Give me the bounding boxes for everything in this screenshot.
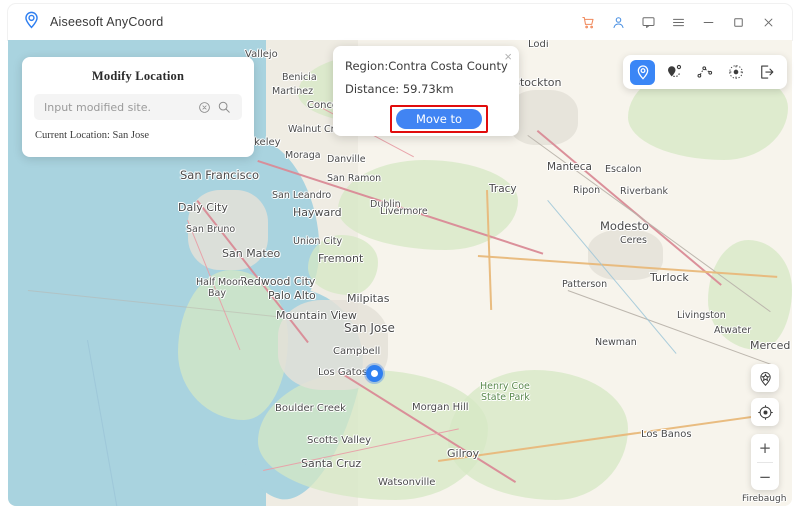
cart-icon[interactable] [574,9,602,35]
map-city-label: Merced [750,339,791,352]
map-city-label: Modesto [600,219,649,233]
search-row [34,94,242,120]
map-city-label: Lodi [528,40,549,50]
map-city-label: Newman [595,337,637,348]
map-city-label: Milpitas [347,292,390,305]
map-city-label: Atwater [714,325,752,336]
menu-icon[interactable] [664,9,692,35]
map-city-label: Hayward [293,206,342,219]
region-info-popup: × Region:Contra Costa County Distance: 5… [333,46,519,136]
popup-distance-text: Distance: 59.73km [345,82,454,96]
map-city-label: Gilroy [447,447,480,460]
map-city-label: Redwood City [240,275,316,288]
modify-location-panel: Modify Location Current Location: San Jo… [22,57,254,157]
modify-location-mode-icon[interactable] [630,59,656,85]
map-city-label: San Jose [344,321,395,335]
app-title: Aiseesoft AnyCoord [50,15,164,29]
map-city-label: Ceres [620,235,647,246]
map-city-label: San Francisco [180,168,260,182]
map-city-label: Daly City [178,201,228,214]
map-city-label: Stockton [513,76,562,89]
one-stop-mode-icon[interactable] [661,60,686,85]
panel-title: Modify Location [91,69,185,83]
map-city-label: San Bruno [186,224,236,235]
map-city-label: Tracy [489,183,517,195]
map-city-label: Henry Coe [480,381,530,392]
map-city-label: San Ramon [327,173,382,184]
map-city-label: San Leandro [272,190,332,201]
map-city-label: Los Gatos [318,367,368,378]
minimize-icon[interactable] [694,9,722,35]
locate-crosshair-icon[interactable] [751,398,779,426]
popup-close-icon[interactable]: × [504,50,512,63]
map-city-label: Danville [327,154,366,165]
map-city-label: State Park [481,392,530,403]
map-city-label: Morgan Hill [412,402,469,413]
joystick-mode-icon[interactable] [724,60,749,85]
current-location-label: Current Location: San Jose [35,130,150,141]
map-city-label: Escalon [605,164,642,175]
app-brand: Aiseesoft AnyCoord [8,10,163,34]
map-city-label: Half Moon [196,277,244,288]
clear-circle-icon[interactable] [194,97,214,117]
map-city-label: Ripon [573,185,601,196]
exit-icon[interactable] [755,60,780,85]
zoom-in-button[interactable]: + [751,434,779,462]
map-city-label: Santa Cruz [301,457,362,470]
map-city-label: Livingston [677,310,726,321]
maximize-icon[interactable] [724,9,752,35]
location-pin-icon [22,10,41,34]
favorite-pin-icon[interactable] [751,364,779,392]
map-city-label: Livermore [380,206,428,217]
application-window: Aiseesoft AnyCoord Vallejo Lodi Benicia … [0,0,800,512]
map-city-label: Moraga [285,150,321,161]
map-city-label: Palo Alto [268,289,316,302]
map-city-label: Benicia [282,72,317,83]
map-city-label: Campbell [333,346,381,357]
map-city-label: San Mateo [222,247,281,260]
current-position-marker[interactable] [366,365,383,382]
close-icon[interactable] [754,9,782,35]
move-to-button[interactable]: Move to [396,109,483,129]
map-green-area [448,370,628,500]
title-bar: Aiseesoft AnyCoord [8,4,792,40]
map-city-label: Fremont [318,252,364,265]
map-city-label: Manteca [547,161,592,173]
window-controls [574,9,792,35]
mode-toolbar [623,55,787,89]
search-input[interactable] [42,99,194,115]
search-icon[interactable] [214,97,234,117]
popup-region-text: Region:Contra Costa County [345,59,508,73]
user-account-icon[interactable] [604,9,632,35]
map-city-label: Riverbank [620,186,668,197]
map-city-label: Union City [293,236,343,247]
map-city-label: Firebaugh [742,494,787,504]
map-city-label: Turlock [650,271,689,284]
map-city-label: Patterson [562,279,608,290]
feedback-icon[interactable] [634,9,662,35]
move-to-highlight-box: Move to [390,105,489,133]
map-city-label: Watsonville [378,477,436,488]
zoom-out-button[interactable]: − [751,463,779,491]
map-city-label: Boulder Creek [275,403,346,414]
multi-stop-mode-icon[interactable] [692,60,717,85]
map-city-label: Bay [208,288,226,299]
map-city-label: Martinez [272,86,314,97]
map-city-label: Los Banos [641,429,692,440]
zoom-controls: + − [751,434,779,490]
map-city-label: Scotts Valley [307,435,372,446]
